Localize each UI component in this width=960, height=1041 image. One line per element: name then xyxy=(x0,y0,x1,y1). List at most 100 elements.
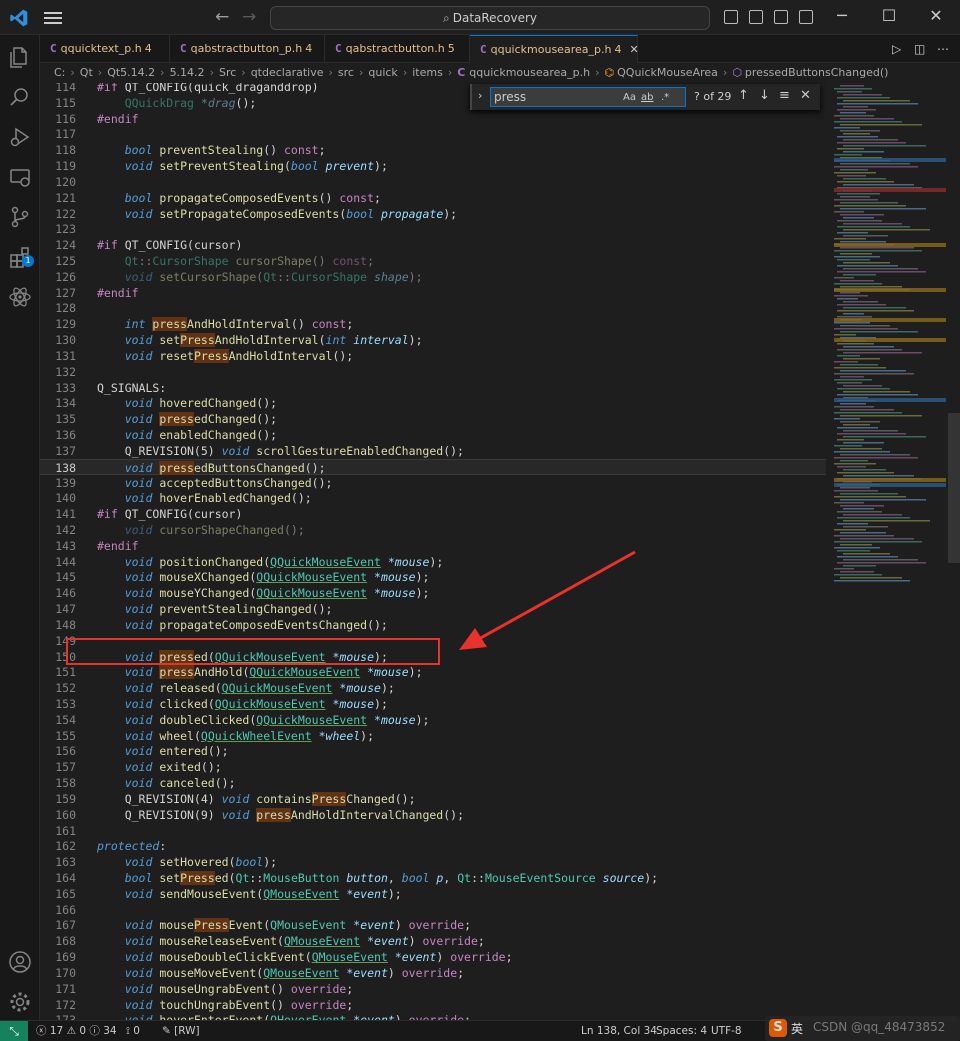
code-line[interactable]: 151 void pressAndHold(QQuickMouseEvent *… xyxy=(40,664,826,680)
ports-status[interactable]: ⟟ 0 xyxy=(126,1021,140,1041)
split-editor-icon[interactable]: ◫ xyxy=(914,42,925,56)
code-line[interactable]: 126 void setCursorShape(Qt::CursorShape … xyxy=(40,269,826,285)
code-line[interactable]: 146 void mouseYChanged(QQuickMouseEvent … xyxy=(40,585,826,601)
code-line[interactable]: 135 void pressedChanged(); xyxy=(40,411,826,427)
code-line[interactable]: 119 void setPreventStealing(bool prevent… xyxy=(40,158,826,174)
remote-icon[interactable]: ⤡ xyxy=(0,1021,28,1041)
use-regex-toggle[interactable]: .* xyxy=(661,89,669,107)
minimize-button[interactable]: ─ xyxy=(832,6,852,25)
code-line[interactable]: 159 Q_REVISION(4) void containsPressChan… xyxy=(40,791,826,807)
encoding-status[interactable]: UTF-8 xyxy=(711,1021,742,1041)
breadcrumb-item[interactable]: quick xyxy=(368,66,397,79)
code-line[interactable]: 139 void acceptedButtonsChanged(); xyxy=(40,475,826,491)
code-line[interactable]: 116 #endif xyxy=(40,111,826,127)
code-line[interactable]: 161 xyxy=(40,823,826,839)
code-line[interactable]: 137 Q_REVISION(5) void scrollGestureEnab… xyxy=(40,443,826,459)
close-tab-icon[interactable]: ✕ xyxy=(629,43,638,56)
tab-qabstractbutton-p[interactable]: Cqabstractbutton_p.h 4 xyxy=(170,35,325,63)
code-line[interactable]: 120 xyxy=(40,174,826,190)
code-line[interactable]: 147 void preventStealingChanged(); xyxy=(40,601,826,617)
toggle-secondary-sidebar-icon[interactable] xyxy=(774,10,788,24)
code-line[interactable]: 131 void resetPressAndHoldInterval(); xyxy=(40,348,826,364)
code-line[interactable]: 169 void mouseDoubleClickEvent(QMouseEve… xyxy=(40,949,826,965)
code-line[interactable]: 118 bool preventStealing() const; xyxy=(40,142,826,158)
code-editor[interactable]: 114 #if QT_CONFIG(quick_draganddrop) 115 Q… xyxy=(40,83,826,1020)
code-line[interactable]: 128 xyxy=(40,300,826,316)
code-line[interactable]: 157 void exited(); xyxy=(40,759,826,775)
cursor-position[interactable]: Ln 138, Col 34 xyxy=(581,1021,657,1041)
code-line[interactable]: 154 void doubleClicked(QQuickMouseEvent … xyxy=(40,712,826,728)
breadcrumb-item[interactable]: C: xyxy=(54,66,65,79)
code-line[interactable]: 138 void pressedButtonsChanged(); xyxy=(40,458,826,475)
code-line[interactable]: 166 xyxy=(40,902,826,918)
command-center-search[interactable]: ⌕ DataRecovery xyxy=(270,6,710,30)
match-case-toggle[interactable]: Aa xyxy=(623,89,636,107)
code-line[interactable]: 122 void setPropagateComposedEvents(bool… xyxy=(40,206,826,222)
previous-match-icon[interactable]: ↑ xyxy=(738,88,749,103)
code-line[interactable]: 143 #endif xyxy=(40,538,826,554)
code-line[interactable]: 145 void mouseXChanged(QQuickMouseEvent … xyxy=(40,569,826,585)
arrow-right-icon[interactable]: → xyxy=(242,7,256,27)
find-input[interactable]: press Aa ab .* xyxy=(490,87,686,107)
code-line[interactable]: 132 xyxy=(40,364,826,380)
code-line[interactable]: 167 void mousePressEvent(QMouseEvent *ev… xyxy=(40,917,826,933)
customize-layout-icon[interactable] xyxy=(799,10,813,24)
gear-icon[interactable] xyxy=(8,990,32,1014)
breadcrumb-item[interactable]: src xyxy=(338,66,354,79)
code-line[interactable]: 136 void enabledChanged(); xyxy=(40,427,826,443)
account-icon[interactable] xyxy=(8,950,32,974)
tab-qquickmousearea[interactable]: Cqquickmousearea_p.h 4 ✕ xyxy=(470,35,639,63)
code-line[interactable]: 155 void wheel(QQuickWheelEvent *wheel); xyxy=(40,728,826,744)
close-window-button[interactable]: ✕ xyxy=(926,6,946,25)
maximize-button[interactable]: ☐ xyxy=(879,6,899,25)
code-line[interactable]: 124 #if QT_CONFIG(cursor) xyxy=(40,237,826,253)
toggle-primary-sidebar-icon[interactable] xyxy=(724,10,738,24)
minimap[interactable] xyxy=(826,83,948,1020)
code-line[interactable]: 140 void hoverEnabledChanged(); xyxy=(40,490,826,506)
tab-qquicktext[interactable]: Cqquicktext_p.h 4 xyxy=(40,35,170,63)
code-line[interactable]: 172 void touchUngrabEvent() override; xyxy=(40,997,826,1013)
breadcrumb-item[interactable]: qtdeclarative xyxy=(251,66,324,79)
breadcrumb-item[interactable]: Src xyxy=(219,66,236,79)
code-line[interactable]: 153 void clicked(QQuickMouseEvent *mouse… xyxy=(40,696,826,712)
explorer-icon[interactable] xyxy=(8,45,32,69)
code-line[interactable]: 164 bool setPressed(Qt::MouseButton butt… xyxy=(40,870,826,886)
code-line[interactable]: 170 void mouseMoveEvent(QMouseEvent *eve… xyxy=(40,965,826,981)
breadcrumb-item[interactable]: Qt5.14.2 xyxy=(107,66,155,79)
remote-explorer-icon[interactable] xyxy=(8,165,32,189)
code-line[interactable]: 123 xyxy=(40,221,826,237)
code-line[interactable]: 162 protected: xyxy=(40,838,826,854)
run-icon[interactable]: ▷ xyxy=(892,42,901,56)
code-line[interactable]: 165 void sendMouseEvent(QMouseEvent *eve… xyxy=(40,886,826,902)
code-line[interactable]: 129 int pressAndHoldInterval() const; xyxy=(40,316,826,332)
code-line[interactable]: 127 #endif xyxy=(40,285,826,301)
more-actions-icon[interactable]: ⋯ xyxy=(937,42,949,56)
code-line[interactable]: 117 xyxy=(40,126,826,142)
close-find-icon[interactable]: ✕ xyxy=(800,88,811,103)
search-icon[interactable] xyxy=(8,85,32,109)
code-line[interactable]: 158 void canceled(); xyxy=(40,775,826,791)
code-line[interactable]: 125 Qt::CursorShape cursorShape() const; xyxy=(40,253,826,269)
next-match-icon[interactable]: ↓ xyxy=(759,88,770,103)
react-icon[interactable] xyxy=(8,285,32,309)
tab-qabstractbutton[interactable]: Cqabstractbutton.h 5 xyxy=(325,35,470,63)
scrollbar-thumb[interactable] xyxy=(948,413,960,563)
match-whole-word-toggle[interactable]: ab xyxy=(641,89,653,107)
menu-hamburger-icon[interactable] xyxy=(44,9,62,25)
code-line[interactable]: 171 void mouseUngrabEvent() override; xyxy=(40,981,826,997)
breadcrumb-file[interactable]: qquickmousearea_p.h xyxy=(469,66,590,79)
code-line[interactable]: 173 void hoverEnterEvent(QHoverEvent *ev… xyxy=(40,1012,826,1020)
vertical-scrollbar[interactable] xyxy=(948,83,960,1020)
toggle-replace-chevron-icon[interactable]: › xyxy=(478,89,482,102)
toggle-panel-icon[interactable] xyxy=(749,10,763,24)
breadcrumb-item[interactable]: Qt xyxy=(80,66,93,79)
readwrite-status[interactable]: ✎ [RW] xyxy=(162,1021,200,1041)
breadcrumb-item[interactable]: items xyxy=(412,66,443,79)
ime-toolbar[interactable]: S 英 CSDN @qq_48473852 xyxy=(765,1016,960,1041)
breadcrumb-item[interactable]: 5.14.2 xyxy=(170,66,205,79)
code-line[interactable]: 152 void released(QQuickMouseEvent *mous… xyxy=(40,680,826,696)
code-line[interactable]: 141 #if QT_CONFIG(cursor) xyxy=(40,506,826,522)
arrow-left-icon[interactable]: ← xyxy=(215,7,229,27)
code-line[interactable]: 130 void setPressAndHoldInterval(int int… xyxy=(40,332,826,348)
code-line[interactable]: 168 void mouseReleaseEvent(QMouseEvent *… xyxy=(40,933,826,949)
